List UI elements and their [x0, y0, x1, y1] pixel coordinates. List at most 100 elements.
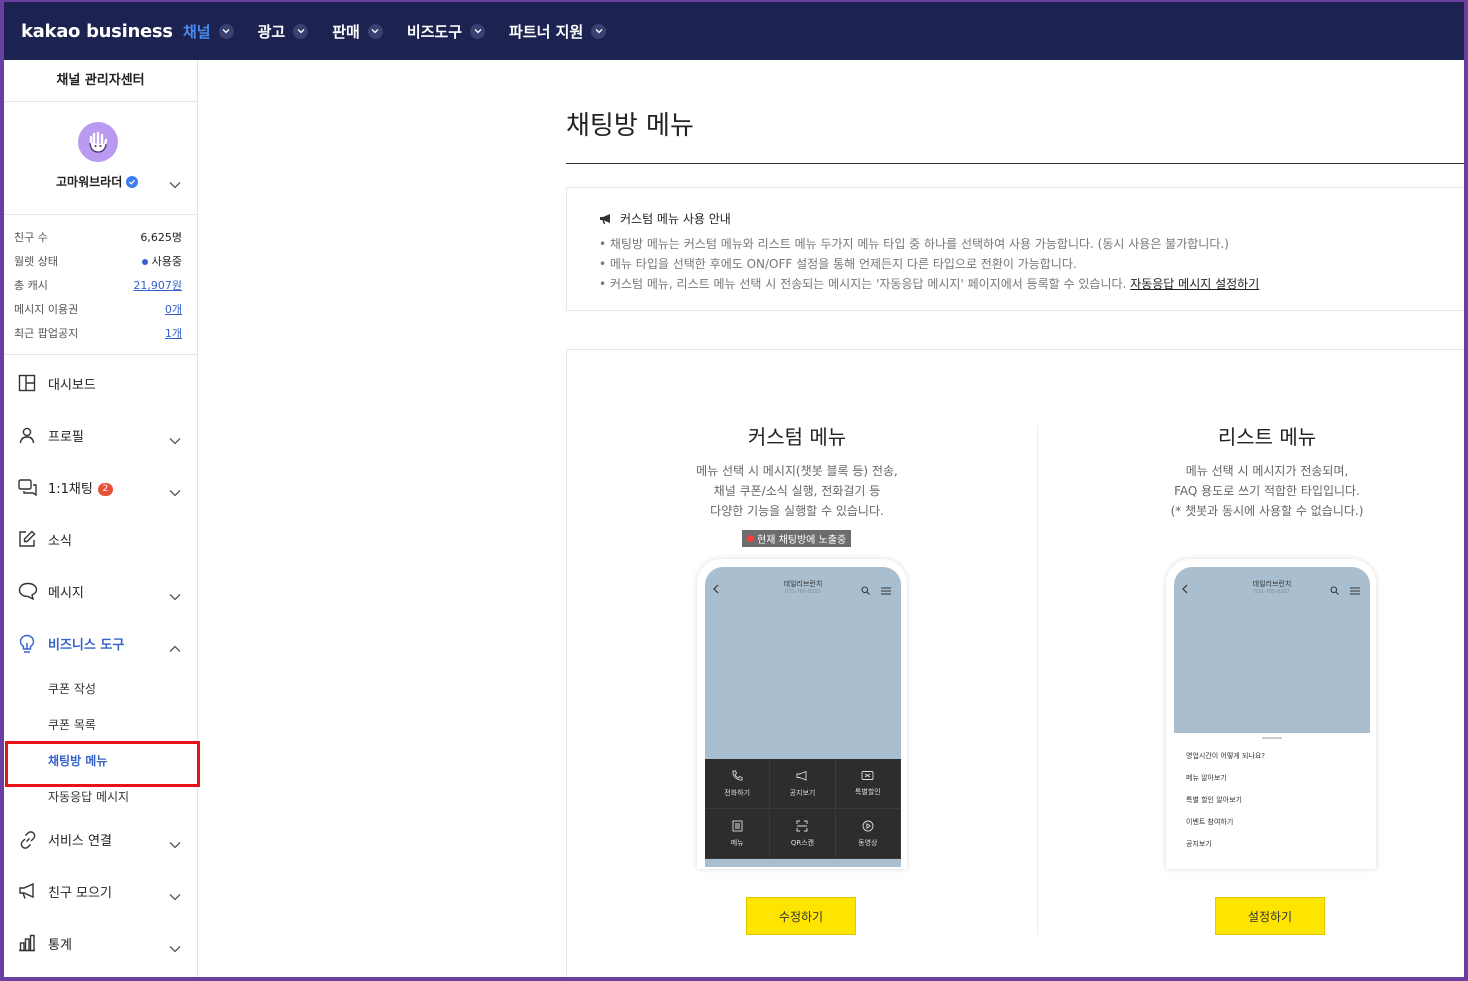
sidebar-item-service-link[interactable]: 서비스 연결 — [4, 823, 198, 855]
nav-biz-tools[interactable]: 비즈도구 — [407, 21, 486, 42]
grid-menu-label: 특별할인 — [854, 788, 881, 796]
description-line: FAQ 용도로 쓰기 적합한 타입입니다. — [1174, 484, 1360, 498]
nav-ads[interactable]: 광고 — [258, 21, 309, 42]
stat-label: 메시지 이용권 — [14, 303, 79, 316]
grid-menu-label: 공지보기 — [789, 788, 816, 797]
menu-type-panel: 커스텀 메뉴 메뉴 선택 시 메시지(챗봇 블록 등) 전송, 채널 쿠폰/소식… — [566, 349, 1464, 977]
phone-screen: 데일리브런치 031-765-8202 영업시간이 어떻게 되나요? 메뉴 알아… — [1174, 567, 1370, 867]
description-line: 메뉴 선택 시 메시지가 전송되며, — [1185, 464, 1349, 478]
stat-value-link[interactable]: 0개 — [165, 301, 182, 317]
bar-chart-icon — [18, 934, 36, 956]
sidebar-item-dashboard[interactable]: 대시보드 — [4, 367, 198, 399]
nav-sales-label: 판매 — [332, 22, 360, 41]
chevron-down-icon — [169, 482, 181, 501]
live-dot-icon — [747, 535, 754, 542]
nav-channel[interactable]: 채널 — [183, 21, 234, 42]
chevron-down-icon — [470, 23, 486, 39]
status-dot-icon — [141, 259, 148, 265]
list-menu-item: 특별 할인 알아보기 — [1186, 796, 1242, 804]
sidebar-item-profile[interactable]: 프로필 — [4, 419, 198, 451]
edit-icon — [18, 530, 36, 552]
chevron-up-icon — [169, 638, 181, 657]
channel-stats: 친구 수 6,625명 월렛 상태 사용중 총 캐시 21,907원 메시지 이… — [4, 215, 197, 355]
usage-notice-box: 커스텀 메뉴 사용 안내 • 채팅방 메뉴는 커스텀 메뉴와 리스트 메뉴 두가… — [566, 187, 1464, 311]
sidebar-item-label: 프로필 — [48, 429, 84, 445]
custom-menu-title: 커스텀 메뉴 — [747, 425, 847, 449]
list-menu-phone-preview: 데일리브런치 031-765-8202 영업시간이 어떻게 되나요? 메뉴 알아… — [1166, 559, 1376, 869]
sidebar: 채널 관리자센터 고마워브라더 친구 수 6,625명 월렛 상태 사용중 총 … — [4, 60, 198, 977]
kakao-business-logo[interactable]: kakao business — [21, 21, 183, 42]
nav-partner-support[interactable]: 파트너 지원 — [509, 21, 607, 42]
stat-message-voucher: 메시지 이용권 0개 — [4, 297, 197, 321]
play-icon — [862, 820, 874, 834]
grid-menu-label: 동영상 — [858, 838, 878, 847]
sidebar-item-chat[interactable]: 1:1채팅 2 — [4, 471, 198, 503]
document-icon — [732, 820, 743, 834]
person-icon — [18, 426, 36, 448]
sidebar-item-message[interactable]: 메시지 — [4, 575, 198, 607]
description-line: 다양한 기능을 실행할 수 있습니다. — [710, 504, 884, 518]
sidebar-item-label: 메시지 — [48, 585, 84, 601]
sidebar-item-friend-gather[interactable]: 친구 모으기 — [4, 875, 198, 907]
grid-menu-item: 전화하기 — [705, 759, 771, 809]
chevron-down-icon — [169, 586, 181, 605]
profile-chevron-down-icon[interactable] — [169, 174, 181, 193]
sidebar-item-news[interactable]: 소식 — [4, 523, 198, 555]
list-menu-description: 메뉴 선택 시 메시지가 전송되며, FAQ 용도로 쓰기 적합한 타입입니다.… — [1137, 461, 1397, 521]
sidebar-item-biz-tools[interactable]: 비즈니스 도구 — [4, 627, 198, 659]
megaphone-icon — [18, 882, 38, 904]
sidebar-item-label: 1:1채팅 2 — [48, 478, 113, 497]
custom-grid-menu: 전화하기 공지보기 특별할인 메뉴 QR스캔 동영상 — [705, 759, 901, 859]
channel-name[interactable]: 고마워브라더 — [56, 173, 139, 190]
sidebar-item-stats[interactable]: 통계 — [4, 927, 198, 959]
phone-channel-name: 데일리브런치 — [783, 580, 823, 588]
megaphone-icon — [599, 213, 614, 225]
nav-sales[interactable]: 판매 — [332, 21, 383, 42]
sheet-handle — [1262, 737, 1282, 739]
edit-custom-menu-button[interactable]: 수정하기 — [746, 897, 856, 935]
grid-menu-item: 메뉴 — [705, 809, 771, 859]
sidebar-subitem-chatroom-menu[interactable]: 채팅방 메뉴 — [48, 752, 107, 769]
stat-label: 총 캐시 — [14, 279, 48, 292]
list-menu-title: 리스트 메뉴 — [1217, 425, 1317, 449]
coupon-icon — [861, 770, 874, 783]
sidebar-subitem-coupon-list[interactable]: 쿠폰 목록 — [48, 716, 96, 733]
channel-profile: 고마워브라더 — [4, 102, 197, 215]
stat-value-link[interactable]: 21,907원 — [133, 277, 182, 293]
lightbulb-icon — [18, 634, 36, 658]
notice-line: • 메뉴 타입을 선택한 후에도 ON/OFF 설정을 통해 언제든지 다른 타… — [599, 257, 1077, 271]
sidebar-item-label: 친구 모으기 — [48, 885, 112, 901]
sidebar-subitem-auto-reply[interactable]: 자동응답 메시지 — [48, 788, 129, 805]
auto-reply-settings-link[interactable]: 자동응답 메시지 설정하기 — [1130, 277, 1259, 291]
phone-screen: 데일리브런치 031-765-8202 전화하기 공지보기 특별할인 메뉴 QR… — [705, 567, 901, 867]
search-icon — [861, 580, 870, 599]
phone-channel-number: 031-765-8202 — [785, 589, 821, 595]
chevron-down-icon — [367, 23, 383, 39]
phone-channel-name: 데일리브런치 — [1252, 580, 1292, 588]
stat-label: 월렛 상태 — [14, 255, 58, 268]
column-divider — [1037, 425, 1038, 935]
phone-chat-header: 데일리브런치 031-765-8202 — [705, 567, 901, 601]
stat-value-link[interactable]: 1개 — [165, 325, 182, 341]
phone-icon — [731, 770, 743, 784]
notice-line-text: • 커스텀 메뉴, 리스트 메뉴 선택 시 전송되는 메시지는 '자동응답 메시… — [599, 277, 1127, 291]
chevron-down-icon — [218, 23, 234, 39]
setup-list-menu-button[interactable]: 설정하기 — [1215, 897, 1325, 935]
notice-heading: 커스텀 메뉴 사용 안내 — [599, 210, 731, 227]
channel-name-label: 고마워브라더 — [56, 175, 123, 189]
custom-menu-phone-preview: 데일리브런치 031-765-8202 전화하기 공지보기 특별할인 메뉴 QR… — [697, 559, 907, 869]
sidebar-item-label: 소식 — [48, 533, 72, 549]
grid-menu-item: 공지보기 — [770, 759, 836, 809]
stat-label: 최근 팝업공지 — [14, 327, 79, 340]
stat-popup-notice: 최근 팝업공지 1개 — [4, 321, 197, 345]
chevron-down-icon — [169, 834, 181, 853]
dashboard-icon — [18, 374, 36, 396]
megaphone-icon — [796, 770, 808, 784]
grid-menu-item: 특별할인 — [835, 759, 901, 809]
notice-heading-text: 커스텀 메뉴 사용 안내 — [620, 212, 731, 226]
unread-badge: 2 — [97, 482, 113, 496]
stat-value: 6,625명 — [140, 231, 182, 244]
sidebar-subitem-coupon-create[interactable]: 쿠폰 작성 — [48, 680, 96, 697]
phone-channel-number: 031-765-8202 — [1254, 589, 1290, 595]
nav-channel-label: 채널 — [183, 22, 211, 41]
